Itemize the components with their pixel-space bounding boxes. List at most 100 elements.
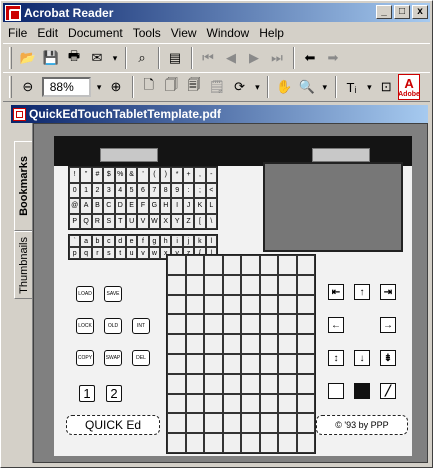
document-viewer[interactable]: ! " # $% & '() * +, -0 1 2 3 4 5 6 7 8 9:; < @ A B C D E F G H I J K L P… [33,123,428,463]
grid-cell [222,294,241,315]
grid-cell [278,274,297,295]
toolbar-grip[interactable] [9,47,12,69]
keyboard-key: c [103,235,115,247]
maximize-button[interactable]: □ [394,5,410,19]
zoom-in-icon[interactable]: ⊕ [105,76,127,98]
save-key: SAVE [104,286,122,302]
keyboard-key: T [114,213,126,229]
grid-cell [241,334,260,354]
grid-cell [259,393,278,414]
previous-page-icon[interactable]: ◀ [220,47,242,69]
zoom-dropdown-icon[interactable]: ▾ [93,82,105,93]
grid-cell [241,373,260,394]
keyboard-key: 9 [171,182,183,198]
minimize-button[interactable]: _ [376,5,392,19]
tab-bookmarks[interactable]: Bookmarks [14,141,32,231]
keyboard-key: g [148,235,161,247]
keyboard-key: : [182,182,195,198]
grid-cell [241,413,260,434]
grid-cell [241,314,260,335]
grid-cell [278,413,297,434]
menu-window[interactable]: Window [202,26,255,40]
keyboard-key: G [148,198,161,214]
zoom-out-icon[interactable]: ⊖ [17,76,39,98]
int-key: INT [132,318,150,334]
go-back-icon[interactable]: ⬅ [299,47,321,69]
menu-help[interactable]: Help [254,26,289,40]
grid-cell [296,373,315,394]
main-toolbar: 📂 💾 🖶 ✉ ▾ ⌕ ▤ ⏮ ◀ ▶ ⏭ ⬅ ➡ [3,43,430,73]
keyboard-key: V [137,213,149,229]
email-dropdown-icon[interactable]: ▾ [109,53,121,64]
lock-key: LOCK [76,318,94,334]
adobe-logo[interactable]: A Adobe [398,74,421,100]
grid-cell [259,353,278,374]
last-page-icon[interactable]: ⏭ [266,47,288,69]
copyright-label: © '93 by PPP [316,415,408,435]
fit-width-icon[interactable]: 🗐 [183,76,205,98]
fit-visible-icon[interactable]: 🗒 [206,76,228,98]
show-navigation-pane-icon[interactable]: ▤ [164,47,186,69]
grid-cell [296,413,315,434]
actual-size-icon[interactable]: 🗋 [138,76,160,98]
fit-page-icon[interactable]: 🗍 [161,76,183,98]
template-right-tab [312,148,370,162]
next-page-icon[interactable]: ▶ [243,47,265,69]
close-button[interactable]: x [412,5,428,19]
grid-cell [278,373,297,394]
rotate-icon[interactable]: ⟳ [229,76,251,98]
go-forward-icon[interactable]: ➡ [322,47,344,69]
text-select-icon[interactable]: Tᵢ [341,76,363,98]
grid-cell [241,433,260,453]
text-select-dropdown-icon[interactable]: ▾ [363,82,375,93]
first-page-icon[interactable]: ⏮ [197,47,219,69]
open-icon[interactable]: 📂 [17,47,39,69]
save-icon[interactable]: 💾 [40,47,62,69]
keyboard-key: 2 [91,182,104,198]
grid-cell [167,294,186,315]
keyboard-upper: ! " # $% & '() * +, - 0 1 2 3 4 5 6 7 8 9:; < @ A B C D E F G H I J K L P… [68,166,218,230]
title-bar[interactable]: Acrobat Reader _ □ x [3,3,430,22]
keyboard-key: e [125,235,138,247]
diagonal-square-icon: ╱ [380,383,396,399]
document-title: QuickEdTouchTabletTemplate.pdf [29,107,222,121]
grid-cell [167,314,186,335]
keyboard-key: @ [69,198,81,214]
document-title-bar[interactable]: QuickEdTouchTabletTemplate.pdf [11,105,428,123]
toolbar-grip-2[interactable] [9,76,12,98]
menu-document[interactable]: Document [63,26,128,40]
keyboard-key: F [137,198,149,214]
snapshot-icon[interactable]: ⊡ [375,76,397,98]
hand-tool-icon[interactable]: ✋ [273,76,295,98]
zoom-tool-icon[interactable]: 🔍 [296,76,318,98]
keyboard-key: % [114,167,126,183]
keyboard-key: C [103,198,115,214]
keyboard-key: # [91,167,104,183]
grid-cell [296,393,315,414]
grid-cell [167,413,186,434]
grid-cell [204,334,223,354]
grid-cell [185,353,204,374]
grid-cell [204,393,223,414]
menu-view[interactable]: View [166,26,202,40]
zoom-input[interactable]: 88% [41,77,92,97]
grid-cell [296,274,315,295]
email-icon[interactable]: ✉ [86,47,108,69]
zoom-tool-dropdown-icon[interactable]: ▾ [319,82,331,93]
grid-cell [204,433,223,453]
rotate-dropdown-icon[interactable]: ▾ [252,82,264,93]
menu-edit[interactable]: Edit [32,26,63,40]
keyboard-key: - [205,167,217,183]
menu-tools[interactable]: Tools [128,26,166,40]
keyboard-key: k [194,235,206,247]
search-icon[interactable]: ⌕ [131,47,153,69]
keyboard-key: H [160,198,172,214]
grid-cell [259,413,278,434]
grid-cell [241,294,260,315]
keyboard-key: w [148,247,161,259]
white-square-icon [328,383,344,399]
tab-thumbnails[interactable]: Thumbnails [14,231,32,299]
menu-file[interactable]: File [3,26,32,40]
black-square-icon [354,383,370,399]
print-icon[interactable]: 🖶 [63,47,85,69]
